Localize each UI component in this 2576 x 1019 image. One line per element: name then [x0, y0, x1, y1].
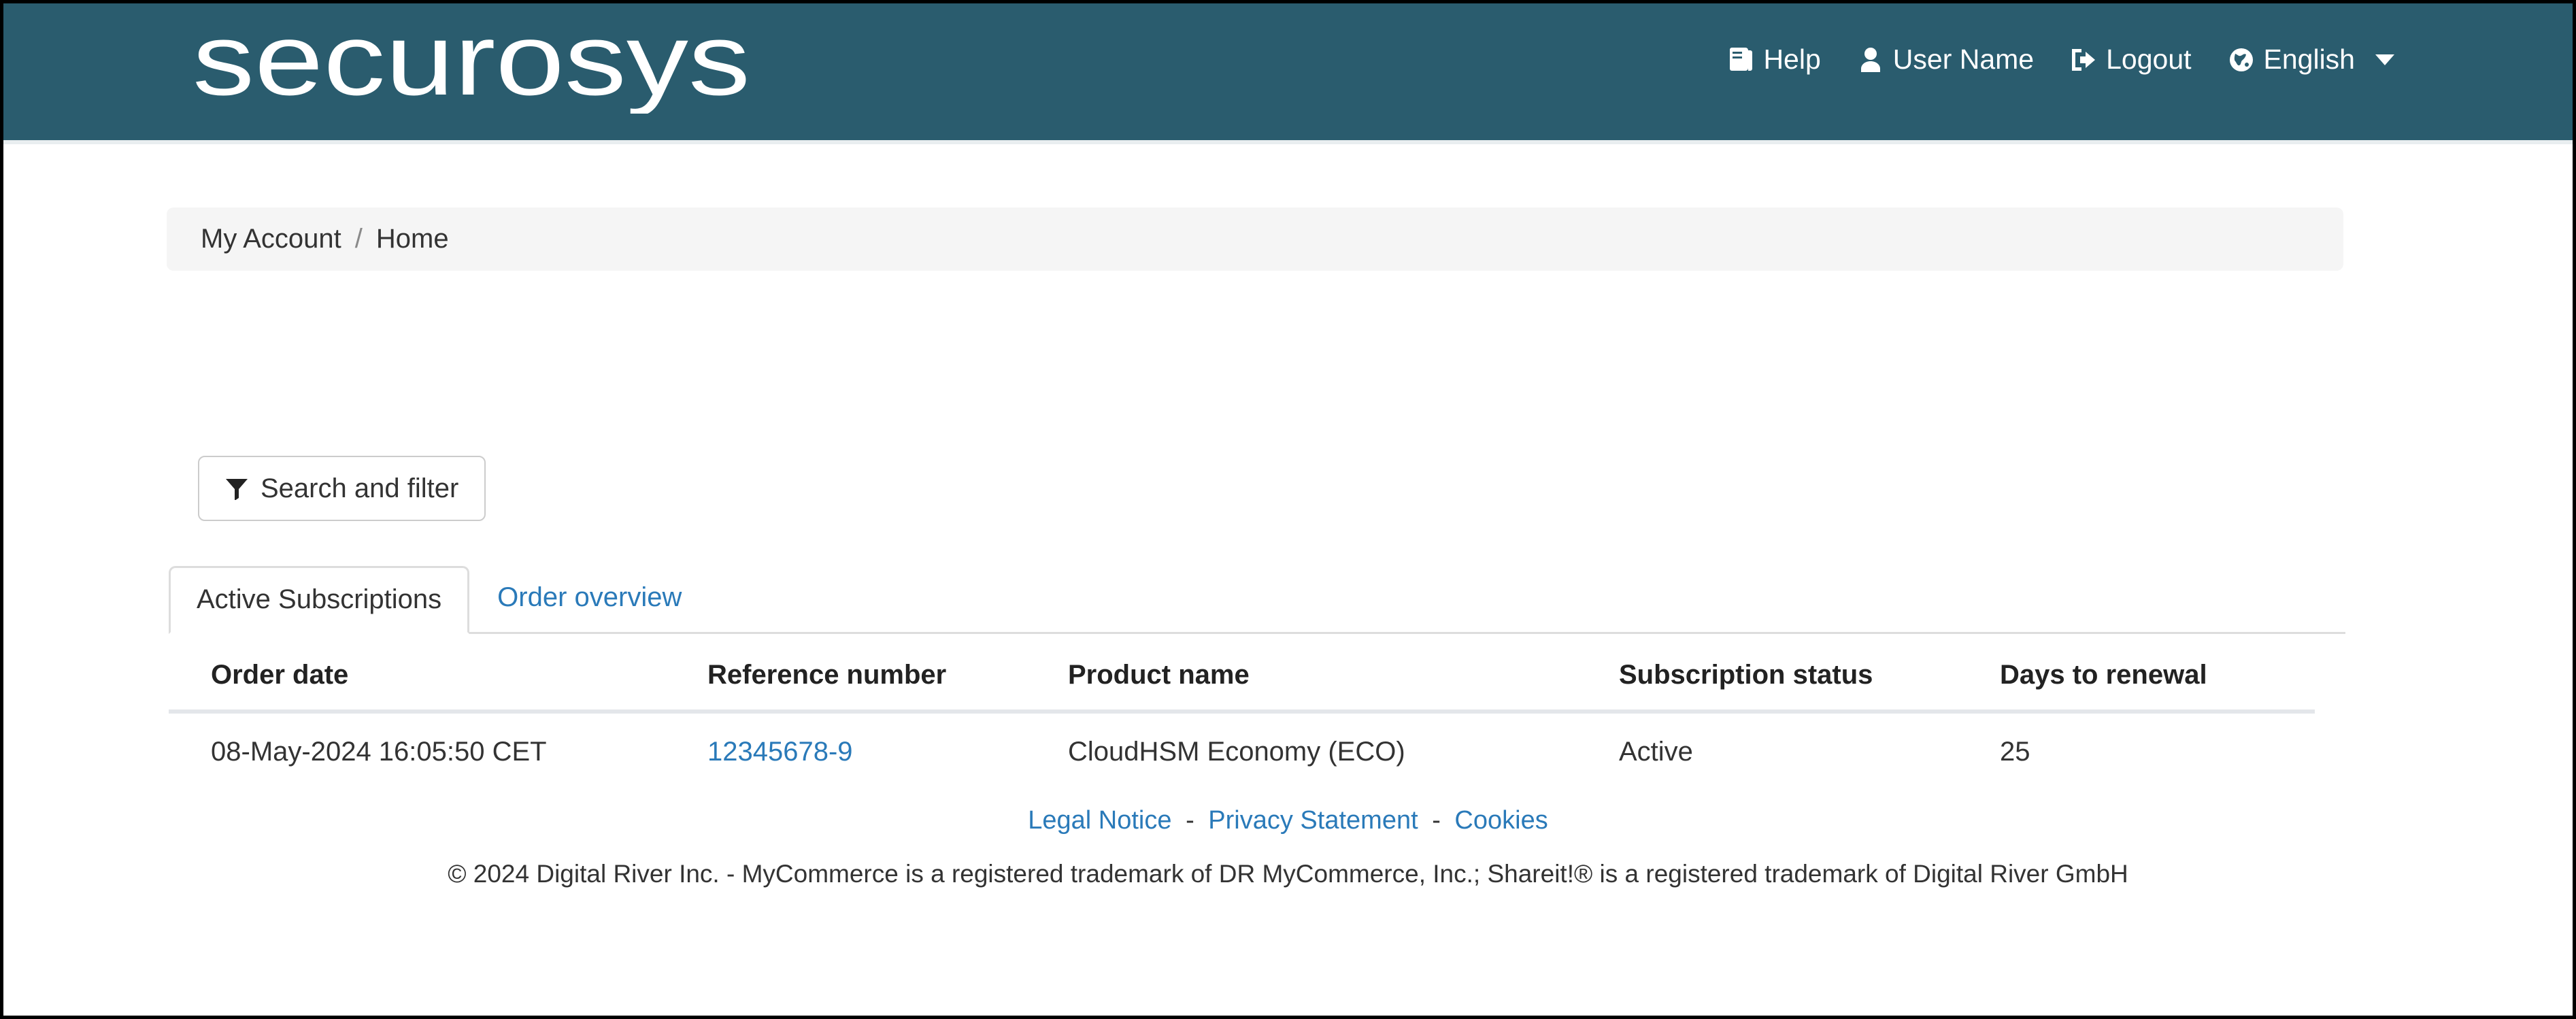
page-footer: Legal Notice - Privacy Statement - Cooki…	[3, 807, 2573, 886]
tab-bar: Active Subscriptions Order overview	[169, 566, 2345, 634]
browser-page: securosys Help User Name Logout English …	[3, 3, 2573, 1016]
table-header-row: Order date Reference number Product name…	[169, 648, 2315, 714]
column-header-order-date: Order date	[169, 648, 665, 714]
search-and-filter-button[interactable]: Search and filter	[198, 456, 486, 521]
footer-separator-1: -	[1186, 806, 1194, 835]
reference-number-link[interactable]: 12345678-9	[707, 737, 853, 767]
footer-link-privacy-statement[interactable]: Privacy Statement	[1208, 806, 1418, 835]
nav-item-help[interactable]: Help	[1728, 44, 1821, 75]
column-header-subscription-status: Subscription status	[1577, 648, 1958, 714]
footer-link-legal-notice[interactable]: Legal Notice	[1028, 806, 1171, 835]
breadcrumb-separator: /	[354, 224, 363, 254]
tab-active-subscriptions[interactable]: Active Subscriptions	[169, 566, 470, 634]
nav-label-language: English	[2263, 44, 2355, 75]
column-header-reference-number: Reference number	[665, 648, 1026, 714]
logo-wordmark: securosys	[193, 18, 750, 114]
nav-item-user-name[interactable]: User Name	[1858, 46, 2034, 73]
cell-subscription-status: Active	[1619, 737, 1693, 767]
globe-icon	[2228, 46, 2254, 73]
footer-separator-2: -	[1432, 806, 1441, 835]
sign-out-icon	[2071, 46, 2096, 73]
column-header-product-name: Product name	[1026, 648, 1577, 714]
nav-label-logout: Logout	[2106, 44, 2192, 75]
breadcrumb-root[interactable]: My Account	[201, 224, 341, 254]
chevron-down-icon	[2375, 54, 2394, 65]
site-header: securosys Help User Name Logout English	[3, 3, 2573, 144]
nav-label-user-name: User Name	[1892, 44, 2035, 75]
cell-reference-number: 12345678-9	[665, 712, 1026, 785]
user-icon	[1858, 46, 1884, 73]
nav-item-language[interactable]: English	[2228, 46, 2394, 73]
tab-label-order-overview: Order overview	[497, 582, 682, 612]
securosys-logo[interactable]: securosys	[193, 18, 764, 114]
breadcrumb: My Account / Home	[167, 207, 2343, 271]
top-navigation: Help User Name Logout English	[1728, 46, 2394, 73]
funnel-icon	[225, 477, 248, 500]
tab-label-active-subscriptions: Active Subscriptions	[197, 584, 442, 614]
footer-links: Legal Notice - Privacy Statement - Cooki…	[3, 807, 2573, 839]
subscriptions-table: Order date Reference number Product name…	[169, 648, 2315, 785]
breadcrumb-current: Home	[375, 224, 449, 254]
search-and-filter-label: Search and filter	[261, 473, 459, 503]
nav-item-logout[interactable]: Logout	[2071, 44, 2192, 75]
book-icon	[1728, 46, 1754, 73]
cell-order-date: 08-May-2024 16:05:50 CET	[211, 737, 547, 767]
tab-order-overview[interactable]: Order overview	[469, 564, 709, 632]
copyright-text: © 2024 Digital River Inc. - MyCommerce i…	[448, 860, 2128, 888]
cell-product-name: CloudHSM Economy (ECO)	[1068, 737, 1405, 767]
table-row: 08-May-2024 16:05:50 CET 12345678-9 Clou…	[169, 712, 2315, 785]
column-header-days-to-renewal: Days to renewal	[1958, 648, 2315, 714]
nav-label-help: Help	[1763, 44, 1821, 75]
footer-link-cookies[interactable]: Cookies	[1454, 806, 1548, 835]
cell-days-to-renewal: 25	[2000, 737, 2030, 767]
